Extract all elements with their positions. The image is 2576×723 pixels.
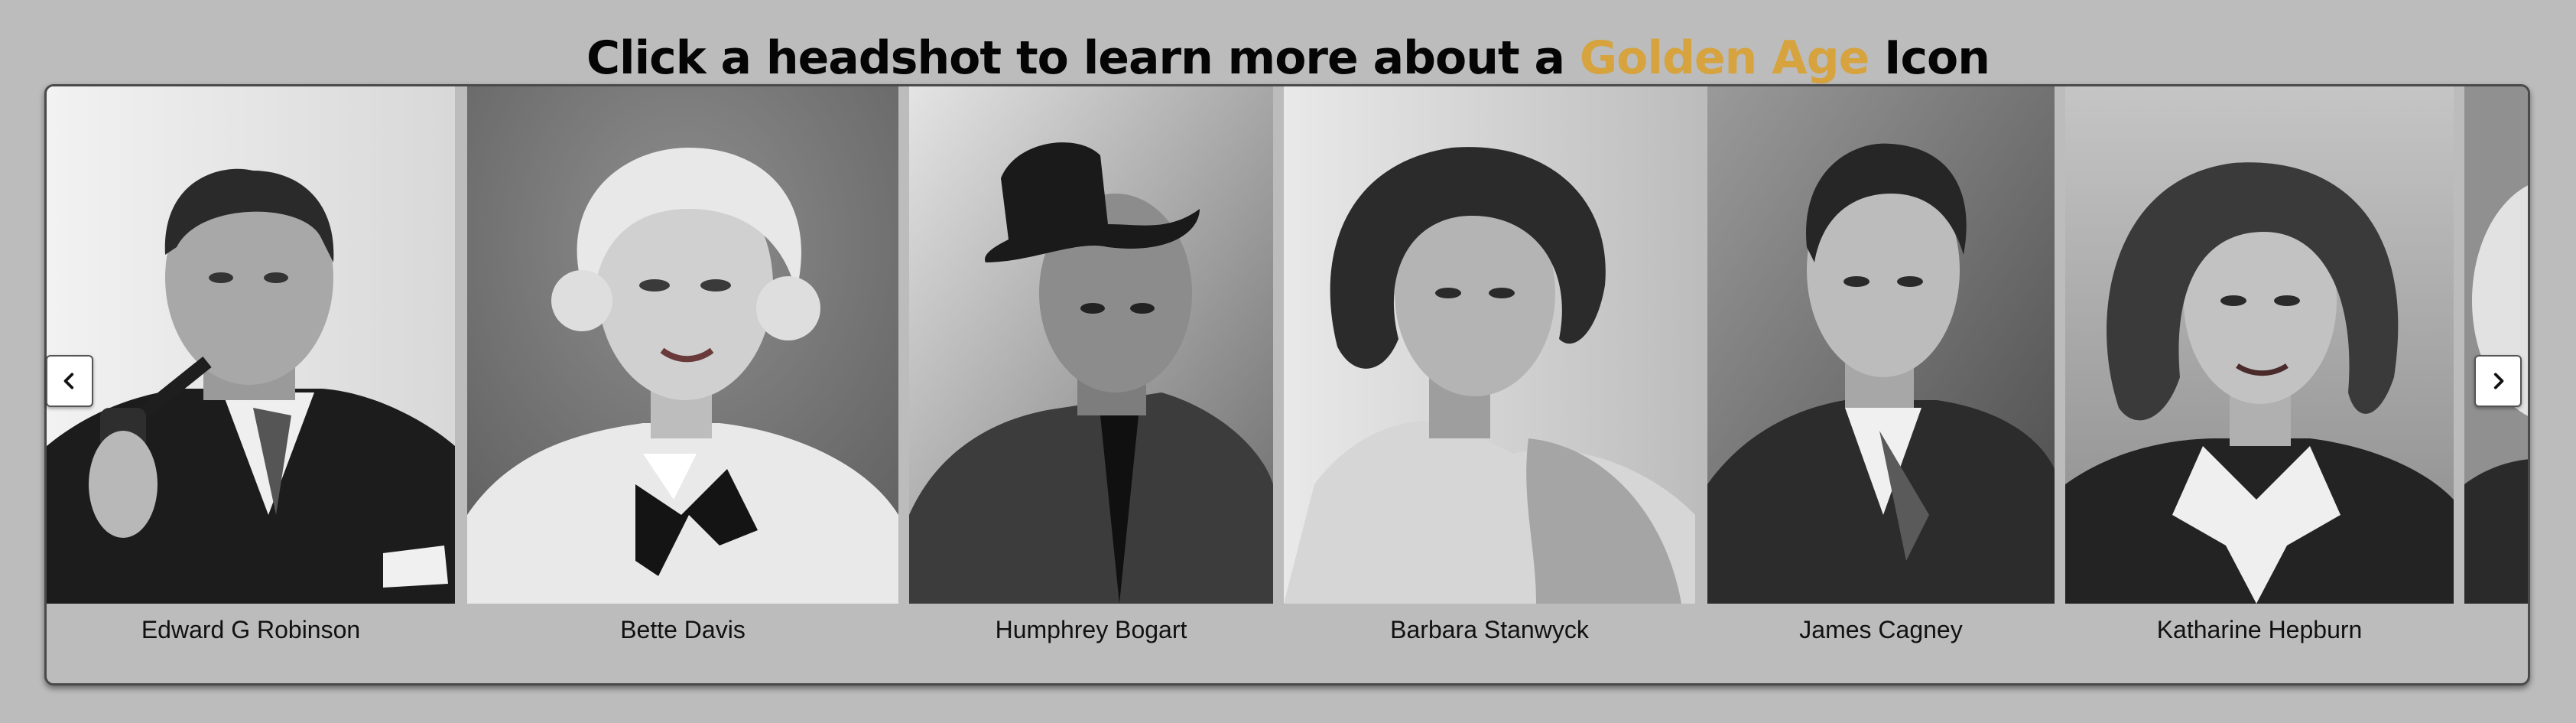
chevron-left-icon xyxy=(63,373,74,389)
headshot-caption: Barbara Stanwyck xyxy=(1390,616,1589,643)
headshot-card-bette-davis[interactable]: Bette Davis xyxy=(467,86,898,683)
headshot-caption: Bette Davis xyxy=(620,616,746,643)
previous-button[interactable] xyxy=(46,355,93,407)
headshot-photo[interactable] xyxy=(47,86,455,604)
headshot-caption: Humphrey Bogart xyxy=(995,616,1187,643)
headshot-card-edward-g-robinson[interactable]: Edward G Robinson xyxy=(47,86,455,683)
headshot-caption: Edward G Robinson xyxy=(141,616,361,643)
headshot-card-james-cagney[interactable]: James Cagney xyxy=(1707,86,2055,683)
headshot-card-barbara-stanwyck[interactable]: Barbara Stanwyck xyxy=(1284,86,1695,683)
chevron-right-icon xyxy=(2493,373,2504,389)
headshot-photo[interactable] xyxy=(1284,86,1695,604)
headshot-card-humphrey-bogart[interactable]: Humphrey Bogart xyxy=(909,86,1273,683)
headshot-photo[interactable] xyxy=(467,86,898,604)
page-title: Click a headshot to learn more about a G… xyxy=(0,31,2576,86)
title-accent: Golden Age xyxy=(1579,31,1869,86)
headshot-caption: Katharine Hepburn xyxy=(2156,616,2363,643)
headshot-photo[interactable] xyxy=(909,86,1273,604)
headshot-photo[interactable] xyxy=(2065,86,2454,604)
headshot-photo[interactable] xyxy=(2464,86,2528,604)
headshot-carousel: Edward G Robinson Bette Davis Humphrey B… xyxy=(44,84,2530,686)
next-button[interactable] xyxy=(2474,355,2522,407)
headshot-photo[interactable] xyxy=(1707,86,2055,604)
headshot-card-katharine-hepburn[interactable]: Katharine Hepburn xyxy=(2065,86,2454,683)
headshot-caption: James Cagney xyxy=(1799,616,1963,643)
title-suffix: Icon xyxy=(1869,31,1990,86)
title-prefix: Click a headshot to learn more about a xyxy=(586,31,1580,86)
